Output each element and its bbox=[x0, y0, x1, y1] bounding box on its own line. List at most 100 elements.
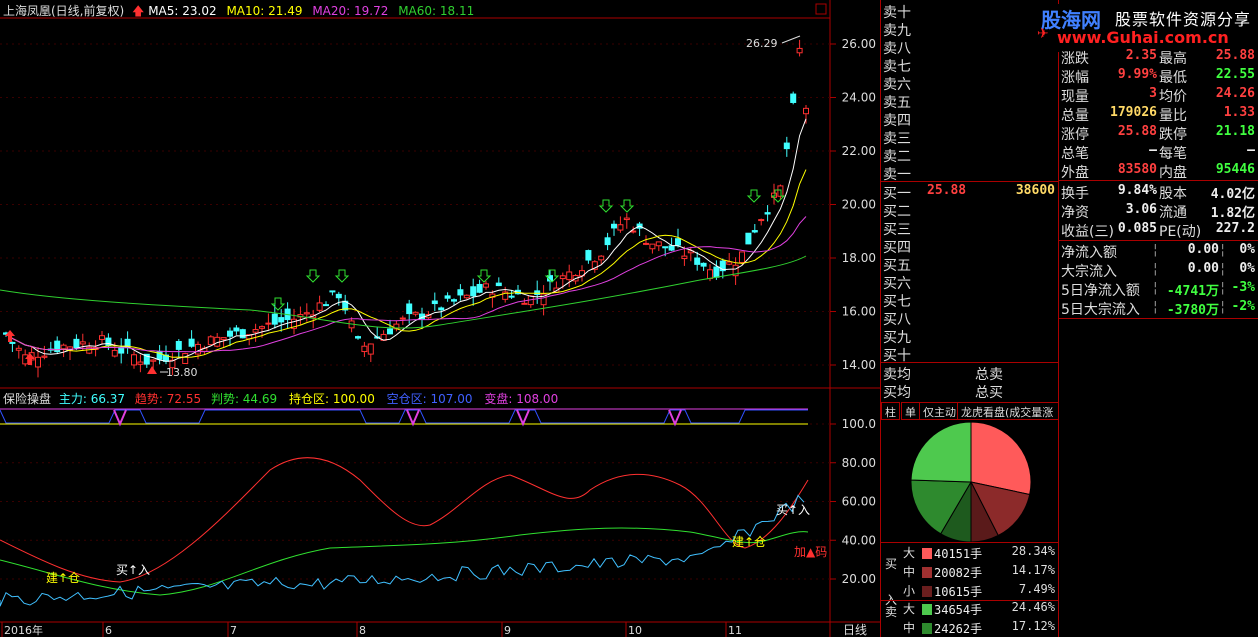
low-price-label: 13.80 bbox=[166, 366, 198, 379]
indicator-axis-label: 20.00 bbox=[842, 572, 876, 586]
candle-body bbox=[707, 269, 713, 280]
candle-body bbox=[182, 353, 189, 364]
candle-body bbox=[495, 282, 502, 287]
sell-level-row: 卖四 bbox=[883, 113, 911, 129]
candle-body bbox=[278, 317, 285, 323]
candle-body bbox=[643, 242, 649, 245]
candle-body bbox=[668, 245, 675, 251]
candle-body bbox=[675, 238, 681, 246]
fund-flow-row: 净流入额 ¦ 0.00 ¦ 0% bbox=[1061, 242, 1255, 261]
sell-level-row: 卖二 bbox=[883, 149, 911, 165]
sell-avg-row: 卖均 总卖 bbox=[883, 367, 1003, 383]
change-marker bbox=[406, 409, 420, 427]
candle-body bbox=[585, 250, 592, 261]
fund-flow-row: 大宗流入 ¦ 0.00 ¦ 0% bbox=[1061, 261, 1255, 280]
time-axis-label: 6 bbox=[105, 624, 112, 637]
quote-divider-3 bbox=[1059, 318, 1258, 319]
quote-row: 换手 9.84% 股本 4.02亿 bbox=[1061, 183, 1255, 202]
quote-row: 净资 3.06 流通 1.82亿 bbox=[1061, 202, 1255, 221]
indicator-name[interactable]: 保险操盘 bbox=[3, 392, 51, 406]
candle-body bbox=[15, 347, 22, 351]
quote-row: 外盘 83580 内盘 95446 bbox=[1061, 162, 1255, 181]
kline-chart-area[interactable]: 26.00 24.00 22.00 20.00 18.00 16.00 14.00 100.0… bbox=[0, 0, 880, 637]
candle-body bbox=[483, 283, 489, 288]
candle-body bbox=[239, 329, 246, 339]
change-marker bbox=[668, 409, 682, 427]
indicator-axis-label: 40.00 bbox=[842, 533, 876, 547]
build-position-label: 建↑仓 bbox=[732, 535, 766, 549]
sell-level-row: 卖三 bbox=[883, 131, 911, 147]
candle-body bbox=[220, 337, 227, 340]
sell-signal-arrow-icon bbox=[334, 269, 350, 283]
orderbook-divider bbox=[881, 181, 1059, 182]
candle-body bbox=[355, 336, 361, 339]
buy-level-row: 买二 bbox=[883, 204, 911, 220]
candle-body bbox=[726, 261, 733, 265]
candle-body bbox=[233, 327, 240, 332]
price-axis-label: 18.00 bbox=[842, 251, 876, 265]
candle-body bbox=[431, 300, 438, 305]
time-axis-label: 10 bbox=[628, 624, 642, 637]
candle-body bbox=[681, 255, 688, 260]
candle-body bbox=[623, 217, 630, 221]
candle-body bbox=[649, 243, 656, 250]
stock-title: 上海凤凰(日线,前复权) bbox=[3, 4, 125, 18]
candle-body bbox=[329, 290, 336, 293]
time-axis-label: 8 bbox=[359, 624, 366, 637]
tab-single[interactable]: 单 bbox=[901, 402, 920, 420]
tab-dragon-tiger[interactable]: 龙虎看盘(成交量涨 bbox=[957, 402, 1059, 420]
candle-body bbox=[438, 307, 445, 311]
sell-signal-arrow-icon bbox=[619, 199, 635, 213]
flow-buy-row: 小 10615手 7.49% bbox=[903, 582, 1055, 599]
candle-body bbox=[783, 142, 790, 150]
candle-body bbox=[655, 241, 662, 247]
buy-level-row: 买五 bbox=[883, 258, 911, 274]
chart-header: 上海凤凰(日线,前复权) 🡅 MA5: 23.02 MA10: 21.49 MA… bbox=[3, 2, 474, 18]
candle-body bbox=[713, 266, 720, 278]
candle-body bbox=[463, 294, 470, 299]
candle-body bbox=[796, 47, 803, 54]
time-axis-label: 7 bbox=[230, 624, 237, 637]
flow-buy-row: 大 40151手 28.34% bbox=[903, 544, 1055, 561]
sell-level-row: 卖七 bbox=[883, 59, 911, 75]
candle-body bbox=[566, 271, 573, 281]
candle-body bbox=[367, 343, 374, 355]
candle-body bbox=[265, 322, 272, 325]
candle-body bbox=[457, 289, 464, 296]
candle-body bbox=[207, 336, 214, 346]
candle-body bbox=[406, 303, 413, 315]
sell-level-row: 卖一 bbox=[883, 167, 911, 183]
buy-level-row: 买七 bbox=[883, 294, 911, 310]
time-axis-label: 9 bbox=[504, 624, 511, 637]
tab-active-only[interactable]: 仅主动 bbox=[919, 402, 960, 420]
candle-body bbox=[387, 328, 393, 335]
candle-body bbox=[758, 219, 765, 222]
ma20-label: MA20: 19.72 bbox=[312, 4, 389, 18]
candle-body bbox=[412, 311, 419, 315]
sell-level-row: 卖五 bbox=[883, 95, 911, 111]
candle-body bbox=[470, 286, 477, 297]
up-arrow-icon: 🡅 bbox=[132, 4, 145, 18]
fund-flow-row: 5日大宗流入 ¦ -3780万 ¦ -2% bbox=[1061, 299, 1255, 318]
right-panel: 卖十 卖九 卖八 卖七 卖六 卖五 卖四 卖三 卖二 卖一 买一 25.88 38600 买二 买三… bbox=[880, 0, 1258, 637]
candle-body bbox=[111, 349, 118, 357]
indicator-main: 主力: 66.37 bbox=[58, 392, 126, 406]
quote-row: 涨停 25.88 跌停 21.18 bbox=[1061, 124, 1255, 143]
change-marker bbox=[516, 409, 530, 427]
tab-bar[interactable]: 柱 bbox=[881, 402, 900, 420]
candle-body bbox=[764, 212, 771, 215]
chart-canvas[interactable]: 26.00 24.00 22.00 20.00 18.00 16.00 14.00 100.0… bbox=[0, 0, 880, 637]
candle-body bbox=[35, 356, 41, 368]
candle-body bbox=[303, 312, 310, 315]
candle-body bbox=[803, 107, 809, 115]
candle-body bbox=[739, 251, 745, 263]
buy-level-row: 买三 bbox=[883, 222, 911, 238]
price-axis-label: 26.00 bbox=[842, 37, 876, 51]
candle-body bbox=[271, 313, 278, 325]
high-leader-line bbox=[781, 35, 801, 44]
sell-signal-arrow-icon bbox=[746, 189, 762, 203]
candle-body bbox=[188, 338, 195, 347]
candle-body bbox=[508, 295, 515, 298]
candle-body bbox=[335, 293, 342, 299]
sell-level-row: 卖八 bbox=[883, 41, 911, 57]
